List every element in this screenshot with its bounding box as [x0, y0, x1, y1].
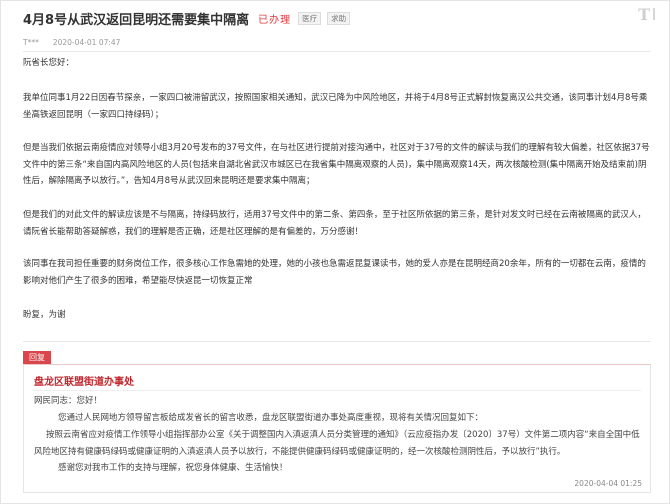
- site-logo-text: T: [638, 4, 650, 24]
- section-divider: [23, 341, 651, 342]
- reply-org-divider: [33, 390, 641, 391]
- message-paragraph: 但是我们的对此文件的解读应该是不与隔离，持绿码放行，适用37号文件中的第二条、第…: [23, 210, 646, 237]
- reply-badge: 回复: [23, 351, 51, 364]
- message-greeting: 阮省长您好：: [23, 58, 75, 68]
- reply-paragraph: 按照云南省应对疫情工作领导小组指挥部办公室《关于调整国内入滇返滇人员分类管理的通…: [34, 430, 640, 457]
- message-paragraph: 我单位同事1月22日因春节探亲，一家四口被滞留武汉，按照国家相关通知，武汉已降为…: [23, 93, 648, 120]
- status-label: 已办理: [258, 14, 292, 26]
- tag-medical[interactable]: 医疗: [298, 11, 322, 25]
- message-closing: 盼复，为谢: [23, 310, 66, 320]
- title-row: 4月8号从武汉返回昆明还需要集中隔离 已办理 医疗 求助: [23, 8, 351, 28]
- tag-help[interactable]: 求助: [327, 11, 351, 25]
- message-paragraph: 该同事在我司担任重要的财务岗位工作，很多核心工作急需她的处理，她的小孩也急需返昆…: [23, 259, 646, 286]
- page-frame: T 4月8号从武汉返回昆明还需要集中隔离 已办理 医疗 求助 T*** 2020…: [0, 0, 670, 504]
- site-logo: T: [638, 4, 655, 24]
- message-paragraph: 但是当我们依据云南疫情应对领导小组3月20号发布的37号文件，在与社区进行提前对…: [23, 143, 650, 187]
- reply-org-name: 盘龙区联盟街道办事处: [34, 377, 134, 388]
- reply-time: 2020-04-04 01:25: [574, 479, 642, 488]
- author-name: T***: [23, 37, 39, 47]
- author-row: T*** 2020-04-01 07:47: [23, 36, 120, 48]
- header-divider: [23, 51, 651, 52]
- site-logo-bar: [653, 8, 655, 20]
- post-time: 2020-04-01 07:47: [52, 37, 121, 47]
- reply-box: 盘龙区联盟街道办事处 网民同志：您好！ 您通过人民网地方领导留言板给成发省长的留…: [23, 364, 651, 493]
- reply-salutation: 网民同志：您好！: [34, 396, 103, 406]
- reply-paragraph: 感谢您对我市工作的支持与理解，祝您身体健康、生活愉快！: [58, 463, 288, 473]
- reply-paragraph: 您通过人民网地方领导留言板给成发省长的留言收悉，盘龙区联盟街道办事处高度重视，现…: [58, 413, 484, 423]
- page-title: 4月8号从武汉返回昆明还需要集中隔离: [23, 12, 250, 28]
